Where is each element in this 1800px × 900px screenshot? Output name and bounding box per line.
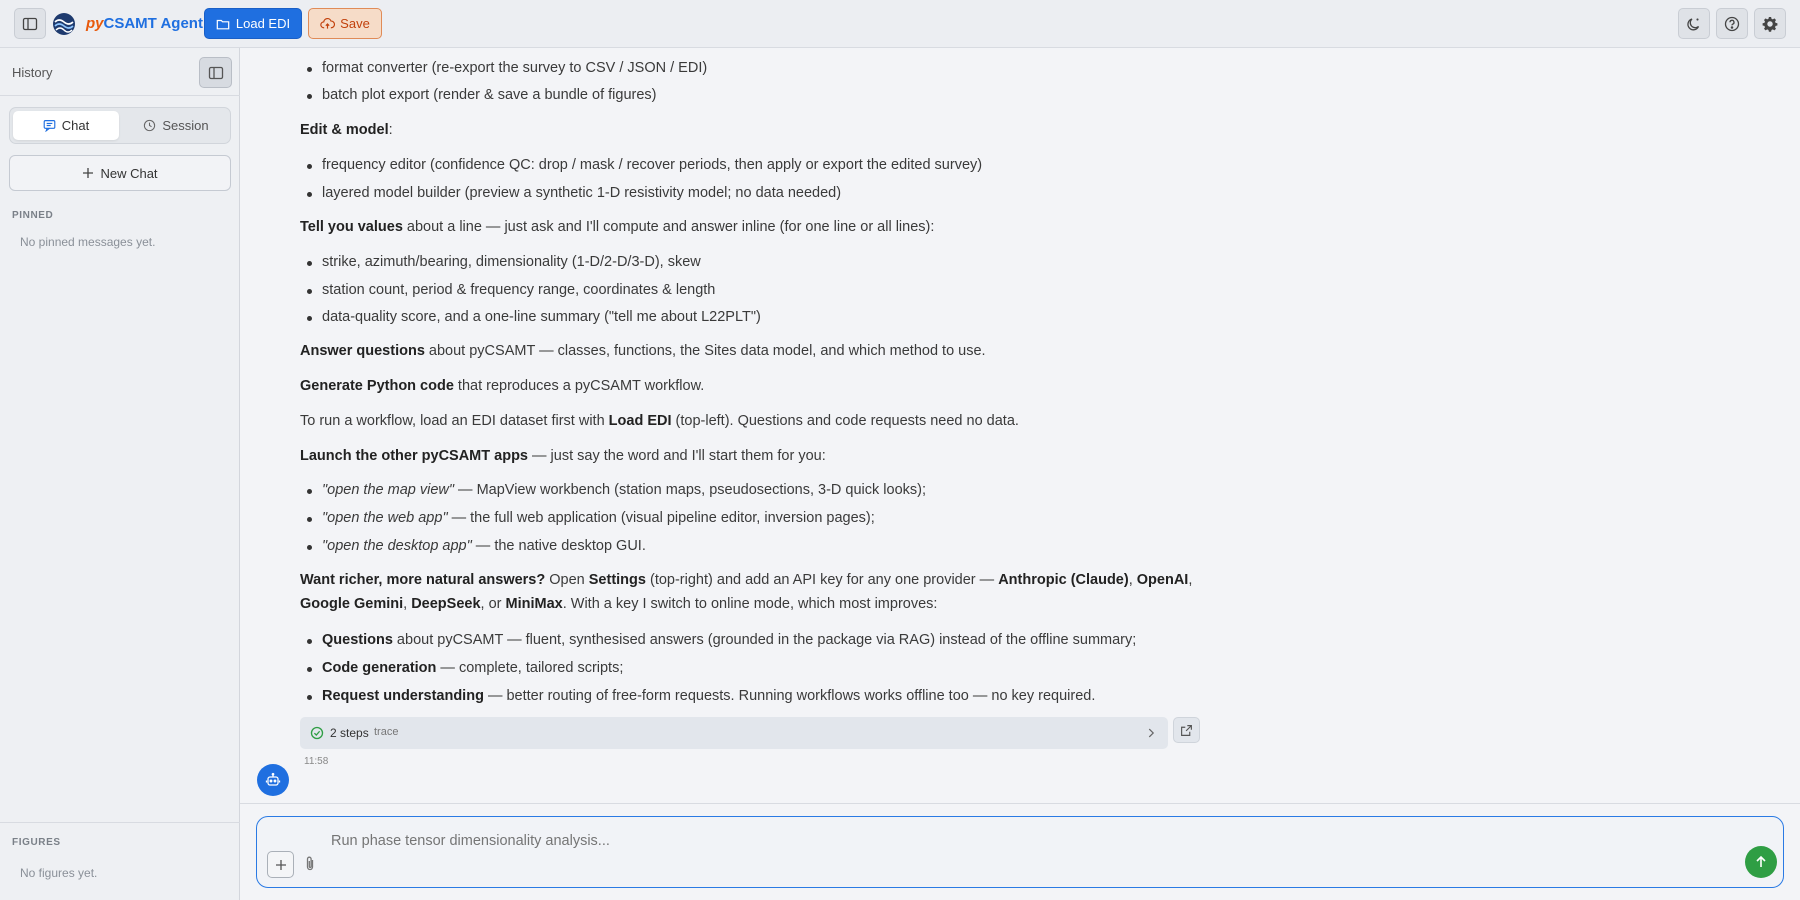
send-button[interactable]: [1745, 846, 1777, 878]
list-item: layered model builder (preview a synthet…: [306, 185, 842, 201]
collapse-sidebar-button[interactable]: [199, 57, 232, 88]
external-link-icon: [1181, 724, 1192, 736]
message-paragraph: Answer questions about pyCSAMT — classes…: [300, 343, 986, 359]
list-item: "open the map view" — MapView workbench …: [306, 482, 927, 498]
app-title: pyCSAMT Agent: [86, 15, 203, 32]
arrow-up-icon: [1756, 855, 1766, 867]
composer: [256, 816, 1784, 888]
figures-section-label: FIGURES: [12, 837, 61, 848]
help-icon: [1724, 16, 1740, 31]
sidebar-title: History: [12, 65, 53, 80]
new-chat-label: New Chat: [100, 165, 158, 181]
open-trace-button[interactable]: [1173, 717, 1200, 743]
folder-icon: [216, 19, 230, 29]
list-item: frequency editor (confidence QC: drop / …: [306, 157, 983, 173]
chat-icon: [43, 120, 56, 132]
new-chat-button[interactable]: New Chat: [9, 155, 231, 191]
message-paragraph: To run a workflow, load an EDI dataset f…: [300, 413, 1019, 429]
tab-chat-label: Chat: [61, 118, 90, 133]
tab-chat[interactable]: Chat: [13, 111, 119, 140]
list-item: batch plot export (render & save a bundl…: [307, 87, 657, 103]
paperclip-icon[interactable]: [303, 855, 317, 873]
sidebar-header: History: [0, 48, 240, 96]
message-input[interactable]: [331, 833, 1631, 849]
load-edi-label: Load EDI: [235, 16, 291, 31]
plus-icon: [275, 859, 286, 870]
moon-icon: [1687, 17, 1700, 30]
gear-icon: [1762, 16, 1778, 32]
message-paragraph: Want richer, more natural answers? Open …: [300, 572, 1193, 612]
list-item: Code generation — complete, tailored scr…: [306, 660, 624, 676]
composer-area: [240, 803, 1800, 900]
sidebar-panel-icon: [208, 66, 223, 79]
figures-empty-text: No figures yet.: [20, 866, 98, 880]
sidebar-toggle-button[interactable]: [14, 8, 46, 39]
top-bar: pyCSAMT Agent Load EDI Save: [0, 0, 1800, 48]
message-paragraph: Launch the other pyCSAMT apps — just say…: [300, 448, 826, 464]
clock-icon: [144, 119, 156, 132]
help-button[interactable]: [1716, 8, 1748, 39]
list-item: "open the web app" — the full web applic…: [307, 510, 875, 526]
list-item: Questions about pyCSAMT — fluent, synthe…: [306, 632, 1137, 648]
save-label: Save: [340, 16, 370, 31]
message-paragraph: Generate Python code that reproduces a p…: [300, 378, 705, 394]
chevron-right-icon: [1148, 728, 1155, 738]
message-paragraph: Tell you values about a line — just ask …: [300, 219, 935, 235]
list-item: format converter (re-export the survey t…: [306, 60, 708, 76]
assistant-avatar: [257, 764, 289, 796]
figures-divider: [0, 822, 240, 823]
list-item: strike, azimuth/bearing, dimensionality …: [307, 254, 701, 270]
plus-icon: [83, 168, 94, 178]
save-button[interactable]: Save: [308, 8, 382, 39]
list-item: data-quality score, and a one-line summa…: [307, 309, 761, 325]
add-button[interactable]: [267, 851, 294, 878]
sidebar-toggle-icon: [22, 17, 38, 30]
cloud-upload-icon: [320, 17, 336, 29]
check-circle-icon: [310, 726, 324, 740]
message-timestamp: 11:58: [304, 756, 329, 767]
robot-icon: [265, 772, 281, 786]
sidebar-tabs: Chat Session: [9, 107, 231, 144]
message-paragraph: Edit & model:: [300, 122, 393, 138]
settings-button[interactable]: [1754, 8, 1786, 39]
list-item: Request understanding — better routing o…: [306, 688, 1096, 704]
tab-session-label: Session: [162, 118, 209, 133]
list-item: station count, period & frequency range,…: [306, 282, 716, 298]
trace-bar[interactable]: 2 steps trace: [300, 717, 1168, 749]
pinned-empty-text: No pinned messages yet.: [20, 235, 156, 249]
theme-toggle-button[interactable]: [1678, 8, 1710, 39]
logo-icon: [53, 13, 75, 35]
history-sidebar: History Chat Session New Chat PINNED No …: [0, 48, 240, 900]
load-edi-button[interactable]: Load EDI: [204, 8, 302, 39]
tab-session[interactable]: Session: [123, 111, 229, 140]
pinned-section-label: PINNED: [12, 210, 54, 221]
trace-label: trace: [374, 726, 399, 738]
list-item: "open the desktop app" — the native desk…: [307, 538, 646, 554]
trace-steps: 2 steps: [330, 726, 369, 740]
